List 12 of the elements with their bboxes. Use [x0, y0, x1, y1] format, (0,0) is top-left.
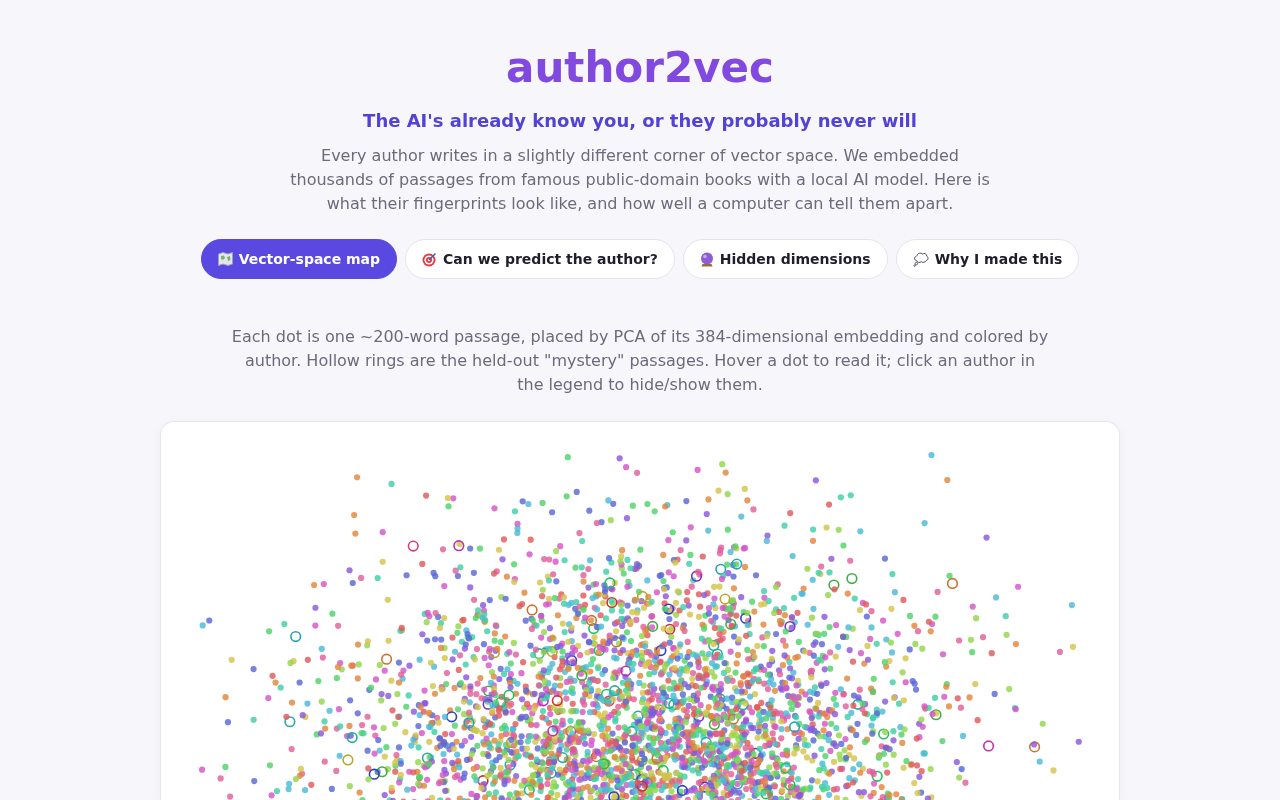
target-icon	[422, 251, 438, 267]
map-description: Each dot is one ~200-word passage, placed by PCA of its 384-dimensional embedding and colored by author. Hollow rings are the held-out "mystery" passages. Hover a dot to read it; click an author in the legend to hide/show them.	[231, 326, 1049, 396]
nav-tab[interactable]: Why I made this	[895, 239, 1080, 279]
page-subtitle: The AI's already know you, or they probably never will	[363, 109, 917, 133]
nav-tab[interactable]: Can we predict the author?	[405, 239, 675, 279]
map-icon	[217, 252, 233, 266]
nav-tab[interactable]: Vector-space map	[200, 239, 398, 279]
thought-bubble-icon	[912, 251, 929, 267]
crystal-ball-icon	[699, 251, 714, 267]
intro-paragraph: Every author writes in a slightly different corner of vector space. We embedded thousands of passages from famous public-domain books with a local AI model. Here is what their fingerprints look like, and how well a computer can tell them apart.	[289, 145, 991, 215]
page-title: author2vec	[506, 43, 774, 93]
nav-tab[interactable]: Hidden dimensions	[682, 239, 888, 279]
